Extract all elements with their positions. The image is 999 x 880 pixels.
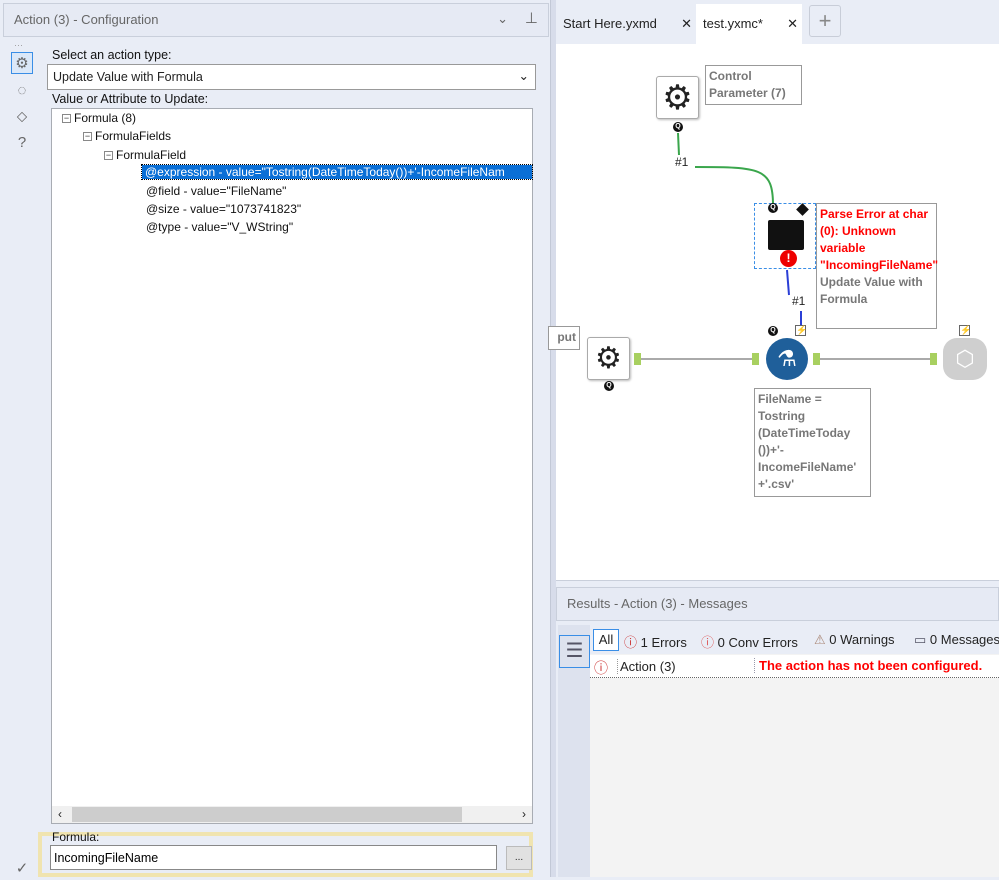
clapperboard-icon [768,220,804,250]
q-badge: Q [673,122,683,132]
table-row[interactable]: ⓘ Action (3) The action has not been con… [590,655,999,678]
list-view-icon[interactable]: ☰ [559,635,590,668]
filter-warnings[interactable]: ⚠ 0 Warnings [814,632,895,648]
row-tool: Action (3) [617,659,676,674]
error-icon: ⓘ [594,660,608,676]
filter-messages[interactable]: ▭ 0 Messages [914,632,999,648]
link-label: #1 [792,294,806,308]
action-type-annotation: Update Value with Formula [820,275,923,306]
input-anchor [752,353,759,365]
control-link [677,132,774,206]
input-anchor [930,353,937,365]
output-anchor [634,353,641,365]
q-badge: Q [604,381,614,391]
output-anchor [813,353,820,365]
message-icon: ▭ [914,632,927,647]
results-title: Results - Action (3) - Messages [567,596,748,611]
control-parameter-tool[interactable]: ⚙ [656,76,699,119]
bolt-icon: ⚡ [795,325,808,336]
bolt-icon: ⚡ [959,325,972,336]
conv-error-icon: ⓘ [701,635,715,650]
control-param-annotation: Control Parameter (7) [705,65,802,105]
filter-conv-errors[interactable]: ⓘ 0 Conv Errors [701,632,798,651]
filter-all[interactable]: All [593,629,619,651]
q-badge: Q [768,203,778,213]
error-icon: ⓘ [624,635,638,650]
q-badge: Q [768,326,778,336]
warning-icon: ⚠ [814,632,826,647]
error-annotation: Parse Error at char (0): Unknown variabl… [820,207,939,272]
action-tool[interactable]: ! [754,203,816,269]
formula-annotation: FileName = Tostring (DateTimeToday ())+'… [754,388,871,497]
link-label: #1 [675,155,689,169]
output-tool[interactable]: ⬡ [943,338,987,380]
action-annotation: Parse Error at char (0): Unknown variabl… [816,203,939,329]
error-icon: ! [780,250,797,267]
filter-errors[interactable]: ⓘ 1 Errors [624,632,687,651]
results-header: Results - Action (3) - Messages [556,587,999,621]
diamond-icon [796,203,809,216]
input-tool[interactable]: ⚙ [587,337,630,380]
formula-tool[interactable]: ⚗ [766,338,808,380]
row-message: The action has not been configured. [754,658,982,673]
input-annotation: put [548,326,580,350]
results-body [590,654,999,877]
